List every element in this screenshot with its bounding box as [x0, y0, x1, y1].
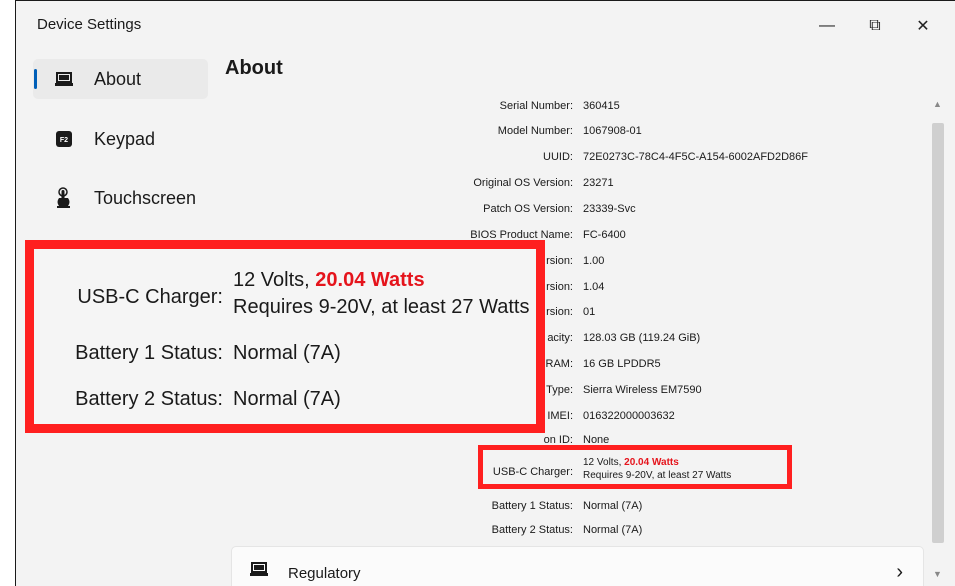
info-value: FC-6400: [583, 229, 626, 241]
callout-battery1-value: Normal (7A): [233, 342, 341, 364]
zoom-callout: USB-C Charger: 12 Volts, 20.04 Watts Req…: [25, 240, 545, 433]
callout-charger-requirement: Requires 9-20V, at least 27 Watts: [233, 296, 530, 318]
info-value: 23271: [583, 177, 614, 189]
laptop-icon: [53, 68, 75, 90]
regulatory-expander[interactable]: Regulatory ›: [231, 546, 924, 586]
callout-charger-watts: 20.04 Watts: [315, 269, 425, 291]
scrollbar-thumb[interactable]: [932, 123, 944, 543]
callout-battery1-label: Battery 1 Status:: [75, 342, 223, 364]
info-label: Patch OS Version:: [483, 203, 573, 215]
close-button[interactable]: ✕: [900, 9, 946, 43]
scroll-up-arrow-icon[interactable]: ▲: [933, 99, 942, 109]
info-label: rsion:: [546, 255, 573, 267]
callout-battery2-label: Battery 2 Status:: [75, 388, 223, 410]
info-label: rsion:: [546, 281, 573, 293]
info-label: Battery 2 Status:: [491, 524, 573, 536]
touch-hand-icon: [53, 187, 75, 209]
info-value: 360415: [583, 100, 620, 112]
info-label: Serial Number:: [499, 100, 573, 112]
laptop-icon: [249, 561, 269, 582]
sidebar-item-label: Touchscreen: [94, 188, 197, 208]
info-label: Battery 1 Status:: [491, 500, 573, 512]
callout-charger-volts: 12 Volts,: [233, 269, 316, 291]
info-label: Model Number:: [497, 125, 573, 137]
sidebar-item-about[interactable]: About: [33, 59, 208, 99]
sidebar-item-touchscreen[interactable]: Touchscreen: [33, 178, 208, 218]
info-value: 1.04: [583, 281, 605, 293]
highlight-box: [478, 445, 792, 489]
info-value: Sierra Wireless EM7590: [583, 384, 702, 396]
sidebar-item-keypad[interactable]: F2 Keypad: [33, 119, 208, 159]
vertical-scrollbar[interactable]: ▲ ▼: [930, 97, 946, 586]
info-value: Normal (7A): [583, 524, 643, 536]
sidebar-item-label: About: [94, 69, 142, 89]
page-title: About: [225, 57, 283, 79]
info-value: 16 GB LPDDR5: [583, 358, 661, 370]
f2-key-icon: F2: [53, 128, 75, 150]
sidebar-item-label: Keypad: [94, 129, 156, 149]
callout-charger-label: USB-C Charger:: [77, 286, 223, 308]
info-label: UUID:: [543, 151, 573, 163]
active-indicator: [34, 69, 37, 89]
info-label: Original OS Version:: [473, 177, 573, 189]
info-value: 01: [583, 306, 596, 318]
app-title: Device Settings: [37, 16, 142, 33]
info-label: acity:: [547, 332, 573, 344]
callout-battery2-value: Normal (7A): [233, 388, 341, 410]
info-label: IMEI:: [547, 410, 573, 422]
regulatory-label: Regulatory: [288, 565, 361, 582]
info-value: 128.03 GB (119.24 GiB): [583, 332, 701, 344]
info-value: 72E0273C-78C4-4F5C-A154-6002AFD2D86F: [583, 151, 809, 163]
info-label: RAM:: [545, 358, 574, 370]
callout-charger-volts-line: 12 Volts, 20.04 Watts: [233, 269, 425, 292]
info-label: Type:: [546, 384, 573, 396]
chevron-right-icon: ›: [896, 561, 903, 583]
title-bar: Device Settings — ⧉ ✕: [16, 1, 955, 49]
info-value: 23339-Svc: [583, 203, 636, 215]
info-label: rsion:: [546, 306, 573, 318]
info-value: 1067908-01: [583, 125, 642, 137]
info-value: 1.00: [583, 255, 605, 267]
svg-text:F2: F2: [60, 137, 68, 144]
scroll-down-arrow-icon[interactable]: ▼: [933, 569, 942, 579]
minimize-button[interactable]: —: [804, 9, 850, 43]
maximize-button[interactable]: ⧉: [852, 9, 898, 43]
info-value: Normal (7A): [583, 500, 643, 512]
info-value: 016322000003632: [583, 410, 675, 422]
